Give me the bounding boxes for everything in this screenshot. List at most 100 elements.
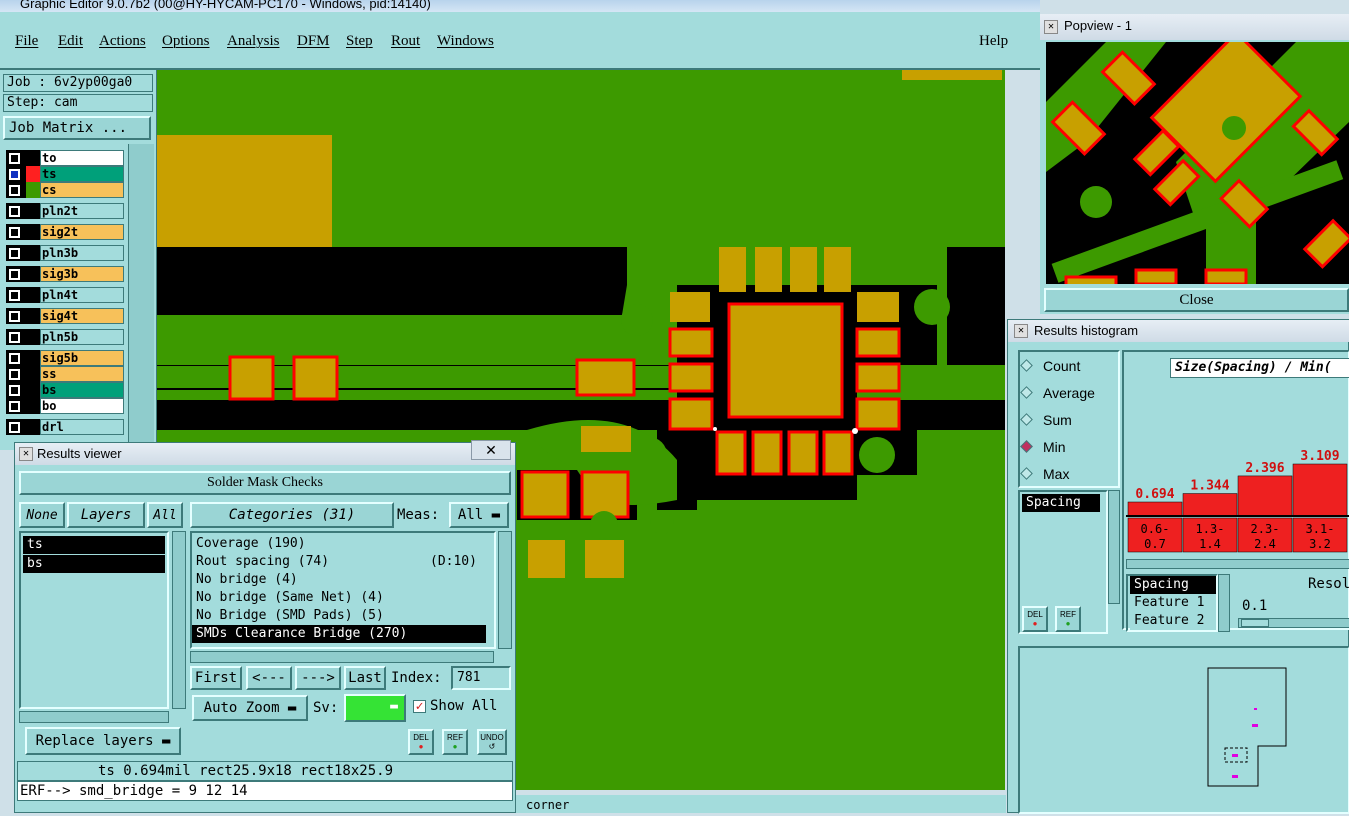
layer-row-pln4t[interactable]: pln4t — [6, 287, 124, 303]
layers-scrollbar[interactable] — [172, 531, 186, 709]
menu-windows[interactable]: Windows — [437, 33, 494, 50]
replace-layers-select[interactable]: Replace layers ▬ — [25, 727, 181, 755]
categories-scrollbar[interactable] — [498, 531, 512, 649]
layer-checkbox[interactable] — [6, 329, 26, 345]
layer-row-ts[interactable]: ts — [6, 166, 124, 182]
layer-list-item[interactable]: bs — [23, 555, 165, 573]
layer-checkbox[interactable] — [6, 203, 26, 219]
solder-mask-checks-header[interactable]: Solder Mask Checks — [19, 471, 511, 495]
fields-scrollbar[interactable] — [1218, 574, 1230, 632]
layer-name[interactable]: sig4t — [40, 308, 124, 324]
layers-listbox[interactable]: ts bs — [19, 531, 169, 709]
radio-sum[interactable]: Sum — [1018, 408, 1118, 432]
menu-file[interactable]: File — [15, 33, 38, 50]
undo-button[interactable]: UNDO ↺ — [477, 729, 507, 755]
hist-ref-button[interactable]: REF ● — [1055, 606, 1081, 632]
layer-row-sig3b[interactable]: sig3b — [6, 266, 124, 282]
layer-checkbox[interactable] — [6, 419, 26, 435]
layer-row-pln2t[interactable]: pln2t — [6, 203, 124, 219]
popview-close-button[interactable]: Close — [1044, 288, 1349, 312]
layer-row-bs[interactable]: bs — [6, 382, 124, 398]
layer-row-sig2t[interactable]: sig2t — [6, 224, 124, 240]
layer-checkbox[interactable] — [6, 182, 26, 198]
layer-row-sig4t[interactable]: sig4t — [6, 308, 124, 324]
radio-average[interactable]: Average — [1018, 381, 1118, 405]
layer-row-pln3b[interactable]: pln3b — [6, 245, 124, 261]
layer-color-swatch[interactable] — [26, 245, 40, 261]
layer-name[interactable]: bo — [40, 398, 124, 414]
job-matrix-button[interactable]: Job Matrix ... — [3, 116, 151, 140]
field-item[interactable]: Feature 1 — [1130, 594, 1216, 612]
layer-checkbox[interactable] — [6, 287, 26, 303]
menu-rout[interactable]: Rout — [391, 33, 420, 50]
histogram-bar[interactable] — [1182, 493, 1238, 517]
histogram-bar[interactable] — [1127, 501, 1183, 517]
layer-row-bo[interactable]: bo — [6, 398, 124, 414]
category-item[interactable]: No Bridge (SMD Pads) (5) — [192, 607, 492, 625]
layer-color-swatch[interactable] — [26, 308, 40, 324]
layer-checkbox[interactable] — [6, 224, 26, 240]
layer-color-swatch[interactable] — [26, 150, 40, 166]
layer-color-swatch[interactable] — [26, 419, 40, 435]
metric-scrollbar[interactable] — [1108, 490, 1120, 604]
layer-name[interactable]: pln2t — [40, 203, 124, 219]
menu-step[interactable]: Step — [346, 33, 373, 50]
layer-name[interactable]: ss — [40, 366, 124, 382]
fields-listbox[interactable]: Spacing Feature 1 Feature 2 — [1126, 574, 1218, 632]
show-all-checkbox[interactable]: ✓ — [413, 700, 426, 713]
layer-scroll-track[interactable] — [128, 144, 154, 450]
layer-list-item[interactable]: ts — [23, 536, 165, 554]
del-button[interactable]: DEL ● — [408, 729, 434, 755]
menu-options[interactable]: Options — [162, 33, 210, 50]
histogram-hscrollbar[interactable] — [1126, 559, 1349, 569]
menu-analysis[interactable]: Analysis — [227, 33, 280, 50]
categories-listbox[interactable]: Coverage (190) Rout spacing (74) (D:10) No … — [190, 531, 496, 649]
layer-checkbox[interactable] — [6, 245, 26, 261]
layer-name[interactable]: pln5b — [40, 329, 124, 345]
index-input[interactable]: 781 — [451, 666, 511, 690]
layer-name[interactable]: bs — [40, 382, 124, 398]
layer-color-swatch[interactable] — [26, 398, 40, 414]
layer-row-ss[interactable]: ss — [6, 366, 124, 382]
layer-name[interactable]: to — [40, 150, 124, 166]
metric-item[interactable]: Spacing — [1022, 494, 1100, 512]
layer-color-swatch[interactable] — [26, 266, 40, 282]
resol-slider[interactable] — [1238, 618, 1349, 628]
field-item[interactable]: Spacing — [1130, 576, 1216, 594]
layer-row-sig5b[interactable]: sig5b — [6, 350, 124, 366]
layer-name[interactable]: pln3b — [40, 245, 124, 261]
layer-color-swatch[interactable] — [26, 329, 40, 345]
category-item[interactable]: No bridge (Same Net) (4) — [192, 589, 492, 607]
ref-button[interactable]: REF ● — [442, 729, 468, 755]
category-item[interactable]: Coverage (190) — [192, 535, 492, 553]
layers-hscrollbar[interactable] — [19, 711, 169, 723]
layer-checkbox[interactable] — [6, 266, 26, 282]
layer-color-swatch[interactable] — [26, 224, 40, 240]
layer-color-swatch[interactable] — [26, 382, 40, 398]
hist-del-button[interactable]: DEL ● — [1022, 606, 1048, 632]
popview-canvas[interactable] — [1046, 42, 1349, 284]
layer-name[interactable]: drl — [40, 419, 124, 435]
overview-panel[interactable] — [1018, 646, 1349, 814]
menu-edit[interactable]: Edit — [58, 33, 83, 50]
first-button[interactable]: First — [190, 666, 242, 690]
layer-checkbox[interactable] — [6, 308, 26, 324]
close-icon[interactable]: ✕ — [471, 440, 511, 460]
layer-name[interactable]: sig5b — [40, 350, 124, 366]
sv-color-select[interactable]: ▬ — [344, 694, 406, 722]
layer-row-pln5b[interactable]: pln5b — [6, 329, 124, 345]
layer-color-swatch[interactable] — [26, 203, 40, 219]
category-item[interactable]: No bridge (4) — [192, 571, 492, 589]
layer-name[interactable]: cs — [40, 182, 124, 198]
menu-dfm[interactable]: DFM — [297, 33, 330, 50]
layer-checkbox[interactable] — [6, 150, 26, 166]
layers-button[interactable]: Layers — [67, 502, 145, 528]
histogram-bar[interactable] — [1237, 475, 1293, 517]
resol-slider-thumb[interactable] — [1241, 619, 1269, 627]
category-item[interactable]: SMDs Clearance Bridge (270) — [192, 625, 486, 643]
all-button[interactable]: All — [147, 502, 183, 528]
category-item[interactable]: Rout spacing (74) (D:10) — [192, 553, 492, 571]
layer-checkbox[interactable] — [6, 398, 26, 414]
last-button[interactable]: Last — [344, 666, 386, 690]
menu-actions[interactable]: Actions — [99, 33, 146, 50]
